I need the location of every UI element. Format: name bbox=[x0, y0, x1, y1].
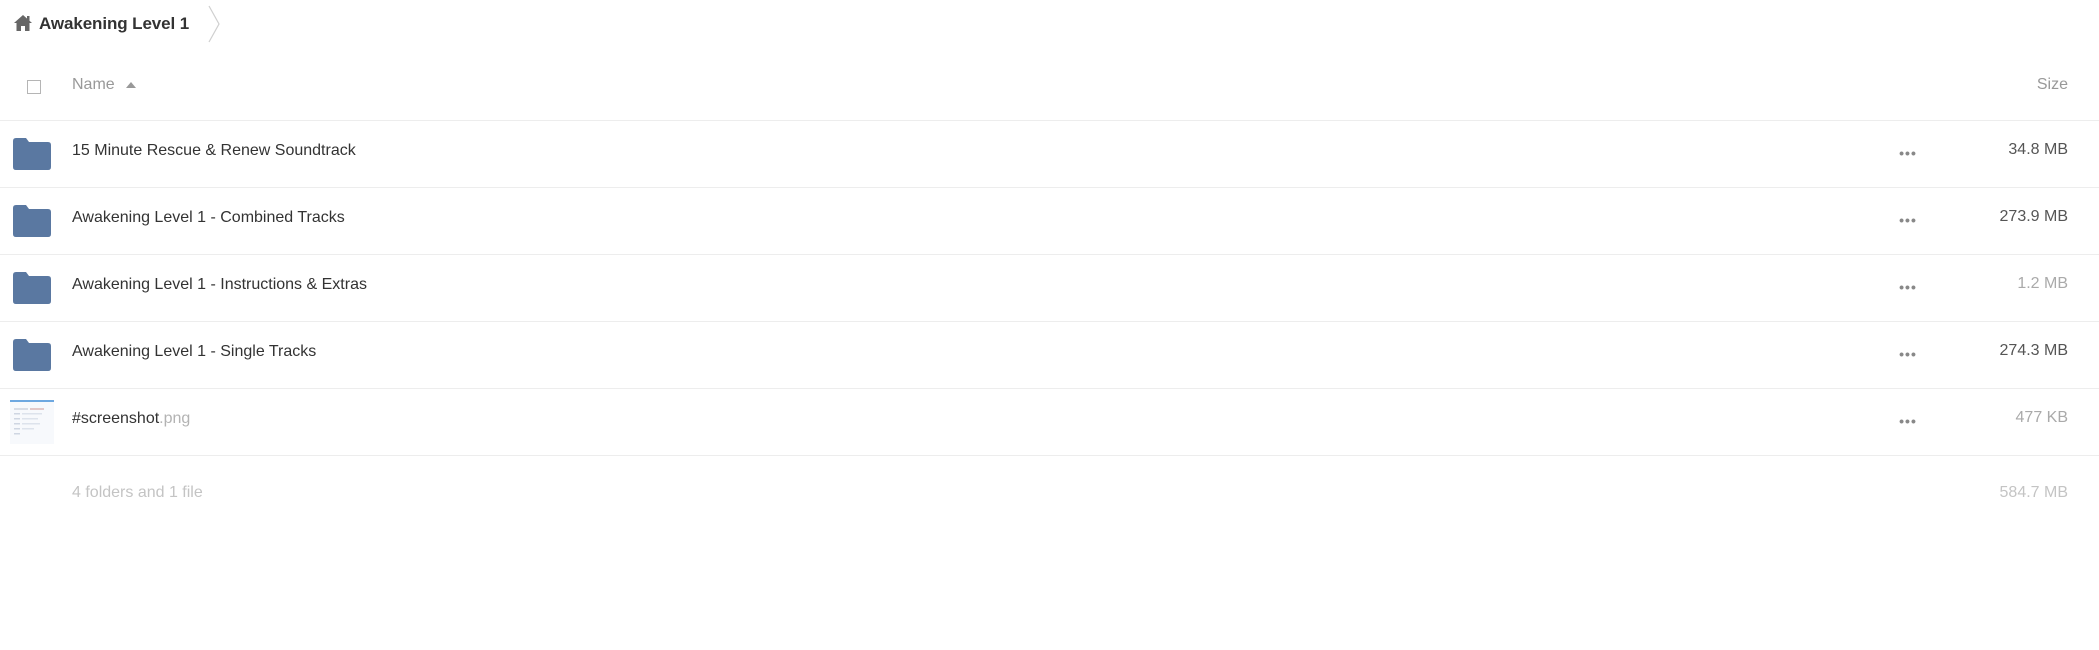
folder-icon bbox=[13, 205, 51, 237]
more-horizontal-icon: ••• bbox=[1899, 346, 1917, 362]
image-thumbnail-icon bbox=[10, 400, 54, 444]
home-icon[interactable] bbox=[13, 14, 33, 32]
more-horizontal-icon: ••• bbox=[1899, 413, 1917, 429]
summary-size: 584.7 MB bbox=[1999, 484, 2068, 501]
folder-icon bbox=[13, 272, 51, 304]
row-name-text: 15 Minute Rescue & Renew Soundtrack bbox=[72, 142, 356, 159]
more-horizontal-icon: ••• bbox=[1899, 145, 1917, 161]
row-name-text: #screenshot bbox=[72, 410, 160, 427]
size-column-header[interactable]: Size bbox=[2037, 76, 2068, 94]
summary-count: 4 folders and 1 file bbox=[72, 484, 203, 501]
row-name[interactable]: Awakening Level 1 - Combined Tracks bbox=[72, 209, 345, 227]
chevron-right-icon bbox=[208, 5, 220, 42]
row-name[interactable]: 15 Minute Rescue & Renew Soundtrack bbox=[72, 142, 356, 160]
table-row[interactable]: Awakening Level 1 - Single Tracks ••• 27… bbox=[0, 322, 2099, 389]
breadcrumb: Awakening Level 1 bbox=[13, 0, 221, 47]
name-column-header[interactable]: Name bbox=[72, 76, 136, 94]
row-actions-button[interactable]: ••• bbox=[1896, 143, 1920, 163]
row-name[interactable]: Awakening Level 1 - Instructions & Extra… bbox=[72, 276, 367, 294]
table-row[interactable]: Awakening Level 1 - Combined Tracks ••• … bbox=[0, 188, 2099, 255]
row-name[interactable]: #screenshot.png bbox=[72, 410, 190, 428]
table-header: Name Size bbox=[0, 57, 2099, 121]
row-size: 1.2 MB bbox=[2017, 275, 2068, 292]
row-name-text: Awakening Level 1 - Instructions & Extra… bbox=[72, 276, 367, 293]
row-actions-button[interactable]: ••• bbox=[1896, 277, 1920, 297]
folder-icon bbox=[13, 339, 51, 371]
row-size: 34.8 MB bbox=[2008, 141, 2068, 158]
breadcrumb-current[interactable]: Awakening Level 1 bbox=[39, 14, 189, 34]
table-row[interactable]: #screenshot.png ••• 477 KB bbox=[0, 389, 2099, 456]
row-size: 477 KB bbox=[2015, 409, 2068, 426]
sort-ascending-icon bbox=[125, 81, 136, 88]
more-horizontal-icon: ••• bbox=[1899, 279, 1917, 295]
more-horizontal-icon: ••• bbox=[1899, 212, 1917, 228]
row-name-text: Awakening Level 1 - Combined Tracks bbox=[72, 209, 345, 226]
folder-icon bbox=[13, 138, 51, 170]
row-extension: .png bbox=[159, 410, 191, 427]
row-actions-button[interactable]: ••• bbox=[1896, 411, 1920, 431]
row-actions-button[interactable]: ••• bbox=[1896, 344, 1920, 364]
row-name[interactable]: Awakening Level 1 - Single Tracks bbox=[72, 343, 316, 361]
table-row[interactable]: 15 Minute Rescue & Renew Soundtrack ••• … bbox=[0, 121, 2099, 188]
row-actions-button[interactable]: ••• bbox=[1896, 210, 1920, 230]
table-summary: 4 folders and 1 file 584.7 MB bbox=[0, 456, 2099, 526]
file-table: Name Size 15 Minute Rescue & Renew Sound… bbox=[0, 57, 2099, 526]
row-size: 273.9 MB bbox=[1999, 208, 2068, 225]
table-row[interactable]: Awakening Level 1 - Instructions & Extra… bbox=[0, 255, 2099, 322]
row-size: 274.3 MB bbox=[1999, 342, 2068, 359]
select-all-checkbox[interactable] bbox=[27, 80, 41, 94]
name-column-label: Name bbox=[72, 76, 115, 93]
row-name-text: Awakening Level 1 - Single Tracks bbox=[72, 343, 317, 360]
